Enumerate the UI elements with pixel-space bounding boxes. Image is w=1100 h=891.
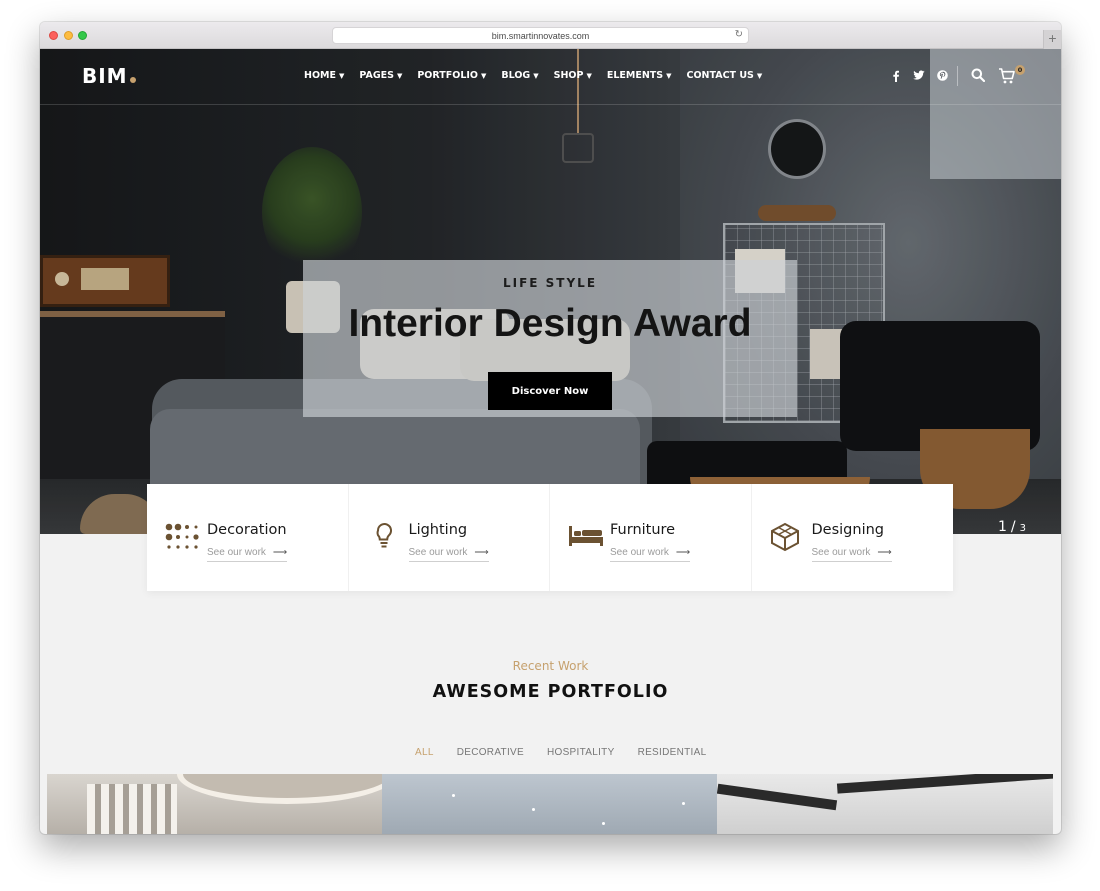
portfolio-filters: ALL DECORATIVE HOSPITALITY RESIDENTIAL xyxy=(415,747,729,758)
chevron-down-icon: ▼ xyxy=(586,72,592,80)
filter-hospitality[interactable]: HOSPITALITY xyxy=(547,747,615,758)
twitter-icon[interactable] xyxy=(913,70,925,81)
portfolio-ceiling-light xyxy=(452,794,455,797)
filter-decorative[interactable]: DECORATIVE xyxy=(457,747,524,758)
see-our-work-link[interactable]: See our work ⟶ xyxy=(408,547,489,562)
header-divider xyxy=(957,66,958,86)
filter-residential[interactable]: RESIDENTIAL xyxy=(638,747,707,758)
nav-home[interactable]: HOME ▼ xyxy=(304,70,344,81)
bed-icon xyxy=(568,522,604,552)
chevron-down-icon: ▼ xyxy=(396,72,403,80)
arrow-right-icon: ⟶ xyxy=(675,547,691,558)
slide-counter: 1/3 xyxy=(998,519,1026,534)
see-our-work-link[interactable]: See our work ⟶ xyxy=(207,547,288,562)
nav-home-label: HOME xyxy=(304,70,336,81)
portfolio-item[interactable] xyxy=(717,774,1053,834)
portfolio-ceiling-light xyxy=(532,808,535,811)
slide-separator: / xyxy=(1010,519,1016,534)
close-window-button[interactable] xyxy=(49,31,58,40)
nav-portfolio-label: PORTFOLIO xyxy=(417,70,478,81)
portfolio-item[interactable] xyxy=(382,774,717,834)
service-link-label: See our work xyxy=(610,547,669,558)
nav-shop-label: SHOP xyxy=(553,70,584,81)
main-nav: HOME ▼ PAGES ▼ PORTFOLIO ▼ BLOG ▼ SHOP ▼ ELEM… xyxy=(304,70,777,81)
service-title: Furniture xyxy=(610,522,676,538)
arrow-right-icon: ⟶ xyxy=(877,547,892,558)
pinterest-icon[interactable] xyxy=(937,70,948,81)
service-link-label: See our work xyxy=(811,547,871,558)
hero-title: Interior Design Award xyxy=(348,302,752,345)
logo-dot xyxy=(129,77,136,83)
portfolio-ceiling-light xyxy=(682,802,685,805)
browser-window: bim.smartinnovates.com ↻ + LIFE STYLE In… xyxy=(40,22,1061,834)
see-our-work-link[interactable]: See our work ⟶ xyxy=(811,547,892,562)
discover-now-button[interactable]: Discover Now xyxy=(488,372,612,410)
arrow-right-icon: ⟶ xyxy=(272,547,288,558)
logo-text: BIM xyxy=(82,64,128,88)
nav-contact-us[interactable]: CONTACT US ▼ xyxy=(686,70,762,81)
reload-icon[interactable]: ↻ xyxy=(735,29,743,40)
zoom-window-button[interactable] xyxy=(78,31,87,40)
new-tab-button[interactable]: + xyxy=(1043,30,1061,49)
chevron-down-icon: ▼ xyxy=(666,72,672,80)
service-title: Designing xyxy=(811,522,885,538)
nav-pages-label: PAGES xyxy=(359,70,394,81)
facebook-icon[interactable] xyxy=(892,70,900,82)
site-header: BIM HOME ▼ PAGES ▼ PORTFOLIO ▼ BLOG ▼ SHOP ▼ … xyxy=(40,49,1061,105)
service-link-label: See our work xyxy=(207,547,266,558)
service-link-label: See our work xyxy=(408,547,468,558)
hero-kicker: LIFE STYLE xyxy=(502,276,598,290)
portfolio-kicker: Recent Work xyxy=(512,659,589,673)
dots-grid-icon xyxy=(165,522,201,552)
site-logo[interactable]: BIM xyxy=(82,64,136,88)
nav-shop[interactable]: SHOP ▼ xyxy=(554,70,592,81)
filter-all[interactable]: ALL xyxy=(415,747,434,758)
hero-caption-box: LIFE STYLE Interior Design Award Discove… xyxy=(303,260,797,417)
nav-portfolio[interactable]: PORTFOLIO ▼ xyxy=(417,70,486,81)
lightbulb-icon xyxy=(367,522,403,552)
service-lighting[interactable]: Lighting See our work ⟶ xyxy=(349,484,550,591)
slide-current: 1 xyxy=(998,519,1007,534)
address-bar[interactable]: bim.smartinnovates.com ↻ xyxy=(332,27,749,44)
nav-blog-label: BLOG xyxy=(501,70,531,81)
cart-icon[interactable] xyxy=(998,67,1016,85)
nav-elements-label: ELEMENTS xyxy=(606,70,664,81)
portfolio-light-bar xyxy=(717,783,838,811)
see-our-work-link[interactable]: See our work ⟶ xyxy=(610,547,691,562)
service-furniture[interactable]: Furniture See our work ⟶ xyxy=(550,484,752,591)
portfolio-item[interactable] xyxy=(47,774,382,834)
services-strip: Decoration See our work ⟶ Lighting See ou… xyxy=(147,484,953,591)
arrow-right-icon: ⟶ xyxy=(474,547,489,558)
cart-count-badge: 0 xyxy=(1015,65,1025,75)
service-title: Lighting xyxy=(408,522,468,538)
service-designing[interactable]: Designing See our work ⟶ xyxy=(752,484,954,591)
nav-contact-us-label: CONTACT US xyxy=(686,70,754,81)
portfolio-ceiling-ring xyxy=(177,774,382,804)
minimize-window-button[interactable] xyxy=(64,31,73,40)
chevron-down-icon: ▼ xyxy=(533,72,539,80)
nav-elements[interactable]: ELEMENTS ▼ xyxy=(607,70,672,81)
browser-titlebar: bim.smartinnovates.com ↻ + xyxy=(40,22,1061,49)
nav-blog[interactable]: BLOG ▼ xyxy=(501,70,538,81)
service-title: Decoration xyxy=(207,522,287,538)
address-bar-url: bim.smartinnovates.com xyxy=(491,30,590,41)
nav-pages[interactable]: PAGES ▼ xyxy=(359,70,402,81)
portfolio-light-bar xyxy=(836,774,1053,794)
portfolio-panels xyxy=(87,784,177,834)
chevron-down-icon: ▼ xyxy=(756,72,763,80)
portfolio-ceiling-light xyxy=(602,822,605,825)
hero-slider: LIFE STYLE Interior Design Award Discove… xyxy=(40,49,1061,534)
chevron-down-icon: ▼ xyxy=(480,72,487,80)
cube-icon xyxy=(770,522,806,552)
chevron-down-icon: ▼ xyxy=(338,72,345,80)
portfolio-title: AWESOME PORTFOLIO xyxy=(432,682,669,702)
slide-total: 3 xyxy=(1019,523,1027,534)
service-decoration[interactable]: Decoration See our work ⟶ xyxy=(147,484,349,591)
search-icon[interactable] xyxy=(971,68,986,83)
